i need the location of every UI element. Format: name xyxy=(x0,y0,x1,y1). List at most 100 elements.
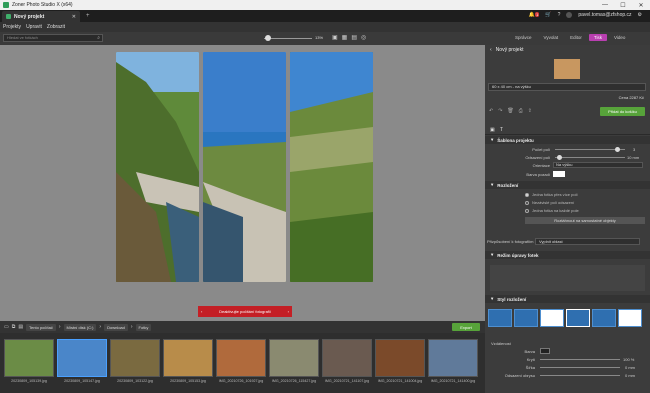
share-icon[interactable]: ⇪ xyxy=(528,108,532,114)
filmstrip-thumbnail[interactable] xyxy=(57,339,107,377)
photo-panel-right[interactable] xyxy=(290,52,373,282)
style-option-6[interactable] xyxy=(618,309,642,327)
text-tab-icon[interactable]: T xyxy=(500,127,503,133)
add-to-cart-button[interactable]: Přidat do košíku xyxy=(600,107,645,116)
delete-icon[interactable]: 🗑 xyxy=(507,108,513,114)
orientation-select[interactable]: Na výšku xyxy=(553,162,643,168)
menu-upravit[interactable]: Upravit xyxy=(26,24,42,30)
filmstrip-thumbnail[interactable] xyxy=(110,339,160,377)
next-arrow-icon[interactable]: › xyxy=(288,309,289,314)
radio-across-panels[interactable]: Jedna fotka přes více polí xyxy=(525,192,578,197)
folder-open-icon[interactable]: ▤ xyxy=(18,324,23,330)
filmstrip-thumbnail[interactable] xyxy=(375,339,425,377)
deselect-photos-bar[interactable]: ‹ Deaktivujte počítání fotografií › xyxy=(198,306,292,317)
filmstrip-filename: IMG_20210721_141107.jpg xyxy=(324,379,370,383)
breadcrumb-this-pc[interactable]: Tento počítač xyxy=(26,323,56,331)
spacing-slider-handle[interactable] xyxy=(557,155,562,160)
tab-spravce[interactable]: Správce xyxy=(510,34,537,41)
width-slider[interactable] xyxy=(540,367,620,368)
filmstrip-thumbnail[interactable] xyxy=(269,339,319,377)
project-icon xyxy=(6,14,11,19)
notifications-icon[interactable]: 🔔1 xyxy=(529,12,540,18)
spacing-slider[interactable] xyxy=(555,157,625,158)
prop-label-bgcolor: Barva pozadí xyxy=(526,172,550,177)
count-slider-handle[interactable] xyxy=(615,147,620,152)
placement-select[interactable]: Vyplnit oblast xyxy=(535,238,640,245)
edit-mode-section-title: Režim úpravy fotek xyxy=(497,252,539,258)
tab-editor[interactable]: Editor xyxy=(565,34,587,41)
filmstrip-filename: 20230809_105153.jpg xyxy=(170,379,206,383)
avatar[interactable] xyxy=(566,12,573,18)
template-section-header[interactable]: ▾ Šablona projektu xyxy=(485,136,650,144)
radio-independent[interactable]: Nezávislé polí odsazení xyxy=(525,200,574,205)
account-email[interactable]: pavel.tomas@zfshop.cz xyxy=(578,12,631,18)
settings-icon[interactable]: ⚙ xyxy=(638,12,642,18)
style-option-5[interactable] xyxy=(592,309,616,327)
style-section-header[interactable]: ▾ Styl rozložení xyxy=(485,295,650,303)
menu-projekty[interactable]: Projekty xyxy=(3,24,21,30)
opacity-value: 100 % xyxy=(623,357,635,362)
cart-icon[interactable]: 🛒 xyxy=(545,12,551,18)
print-icon[interactable]: ⎙ xyxy=(519,108,523,114)
opacity-slider[interactable] xyxy=(540,359,620,360)
menu-zobrazit[interactable]: Zobrazit xyxy=(47,24,65,30)
filmstrip-thumbnail[interactable] xyxy=(216,339,266,377)
style-option-2[interactable] xyxy=(514,309,538,327)
border-color-swatch[interactable] xyxy=(540,348,550,354)
style-option-3[interactable] xyxy=(540,309,564,327)
offset-slider[interactable] xyxy=(540,375,620,376)
tab-new-project[interactable]: Nový projekt ✕ xyxy=(2,11,80,22)
filmstrip-thumbnail[interactable] xyxy=(322,339,372,377)
style-option-1[interactable] xyxy=(488,309,512,327)
back-arrow-icon[interactable]: ‹ xyxy=(490,47,492,53)
print-canvas[interactable]: ‹ Deaktivujte počítání fotografií › xyxy=(0,45,485,321)
zoom-slider-handle[interactable] xyxy=(265,35,271,41)
photo-panel-center[interactable] xyxy=(203,52,286,282)
search-input[interactable]: Hledat ve fotkách ⌕ xyxy=(3,34,103,42)
radio-icon xyxy=(525,208,529,213)
filmstrip-thumbnail[interactable] xyxy=(4,339,54,377)
collapse-icon: ▾ xyxy=(491,296,494,301)
style-option-4[interactable] xyxy=(566,309,590,327)
tab-vyvolat[interactable]: Vyvolat xyxy=(539,34,564,41)
product-thumbnail[interactable] xyxy=(554,59,580,79)
maximize-button[interactable]: ☐ xyxy=(614,0,632,10)
tab-tisk[interactable]: Tisk xyxy=(588,34,607,41)
redo-icon[interactable]: ↷ xyxy=(498,108,502,114)
breadcrumb-download[interactable]: Download xyxy=(104,323,128,331)
new-tab-button[interactable]: + xyxy=(86,13,90,19)
filmstrip-thumbnail[interactable] xyxy=(428,339,478,377)
export-button[interactable]: Export xyxy=(452,323,480,331)
stretch-objects-button[interactable]: Roztáhnout na samostatné objekty xyxy=(525,217,645,224)
folder-icon[interactable]: ▭ xyxy=(4,324,9,330)
radio-each-panel[interactable]: Jedna fotka na každé pole xyxy=(525,208,579,213)
breadcrumb-fotky[interactable]: Fotky xyxy=(135,323,152,331)
edit-mode-options[interactable] xyxy=(490,265,645,291)
edit-mode-section-header[interactable]: ▾ Režim úpravy fotek xyxy=(485,251,650,259)
filmstrip-thumbnail[interactable] xyxy=(163,339,213,377)
preview-icon[interactable]: ◎ xyxy=(361,34,366,41)
layout-style-thumbnails xyxy=(488,309,642,327)
image-tab-icon[interactable]: ▣ xyxy=(490,127,495,133)
fit-view-icon[interactable]: ▣ xyxy=(332,34,338,41)
breadcrumb-local-disk[interactable]: Místní disk (C:) xyxy=(63,323,97,331)
chevron-right-icon: › xyxy=(99,324,102,330)
minimize-button[interactable]: — xyxy=(596,0,614,10)
spacing-value: 10 mm xyxy=(627,155,640,160)
product-select[interactable]: 60 x 40 cm - na výšku xyxy=(488,83,646,91)
filmstrip-filename: IMG_20210721_141004.jpg xyxy=(377,379,423,383)
panel-actions: ↶ ↷ 🗑 ⎙ ⇪ xyxy=(489,108,532,114)
close-tab-icon[interactable]: ✕ xyxy=(72,14,76,20)
bg-color-swatch[interactable] xyxy=(553,171,565,177)
close-window-button[interactable]: ✕ xyxy=(632,0,650,10)
copy-icon[interactable]: ⧉ xyxy=(12,324,16,330)
grid-view-icon[interactable]: ▦ xyxy=(342,34,348,41)
photo-panel-left[interactable] xyxy=(116,52,199,282)
undo-icon[interactable]: ↶ xyxy=(489,108,493,114)
layout-section-header[interactable]: ▾ Rozložení xyxy=(485,181,650,189)
tab-video[interactable]: Video xyxy=(609,34,630,41)
zoom-slider[interactable] xyxy=(264,38,312,39)
layout-icon[interactable]: ▤ xyxy=(351,34,357,41)
offset-value: 0 mm xyxy=(625,373,635,378)
help-icon[interactable]: ? xyxy=(558,12,561,18)
